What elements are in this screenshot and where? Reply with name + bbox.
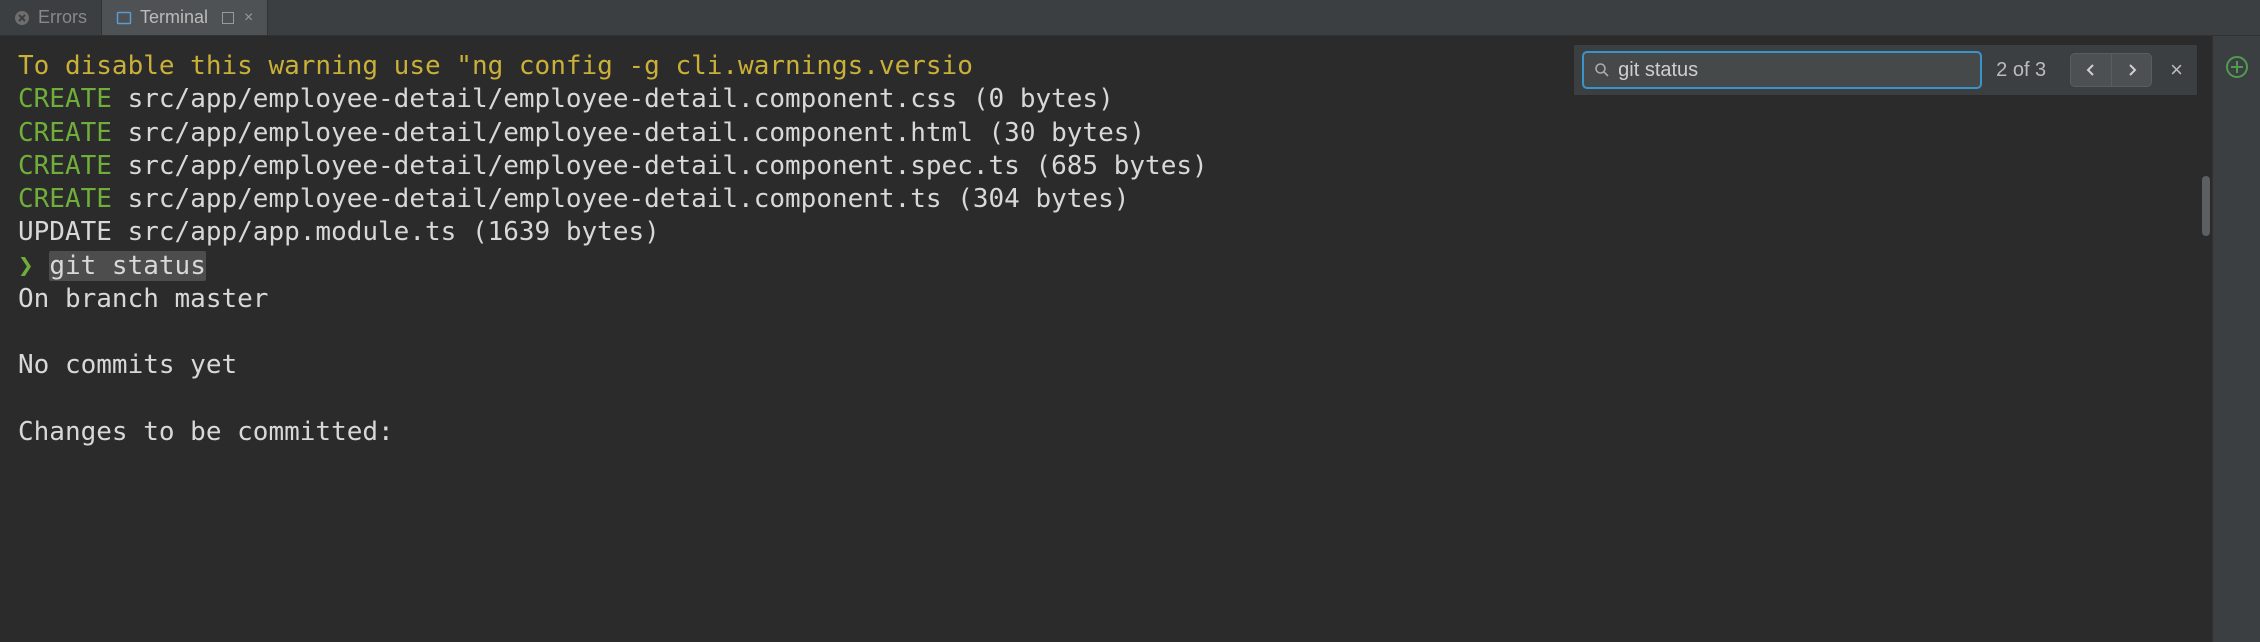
tab-errors[interactable]: Errors [0,0,102,35]
terminal-line: src/app/app.module.ts (1639 bytes) [112,217,660,247]
find-next-button[interactable] [2111,54,2151,86]
find-prev-button[interactable] [2071,54,2111,86]
create-prefix: CREATE [18,118,112,148]
chevron-right-icon [2126,64,2138,76]
terminal-icon [116,10,132,26]
find-close-button[interactable]: × [2166,57,2187,83]
tab-actions: × [222,10,253,26]
main-area: To disable this warning use "ng config -… [0,36,2260,642]
search-icon [1594,62,1610,78]
terminal-line: No commits yet [18,350,237,380]
error-icon [14,10,30,26]
tab-label: Errors [38,7,87,28]
prompt-command: git status [49,251,206,281]
prompt-symbol: ❯ [18,251,34,281]
create-prefix: CREATE [18,84,112,114]
detach-icon[interactable] [222,12,234,24]
terminal-line: Changes to be committed: [18,417,394,447]
find-field[interactable] [1582,51,1982,89]
tool-window-tabbar: Errors Terminal × [0,0,2260,36]
right-gutter [2212,36,2260,642]
terminal-line: src/app/employee-detail/employee-detail.… [112,84,1114,114]
terminal-line: src/app/employee-detail/employee-detail.… [112,184,1129,214]
tab-terminal[interactable]: Terminal × [102,0,268,35]
add-session-button[interactable] [2226,56,2248,78]
tab-label: Terminal [140,7,208,28]
find-bar: 2 of 3 × [1573,44,2198,96]
scrollbar-thumb[interactable] [2202,176,2210,236]
close-tab-icon[interactable]: × [244,10,253,26]
terminal-line: src/app/employee-detail/employee-detail.… [112,151,1208,181]
find-count: 2 of 3 [1996,59,2056,82]
find-input[interactable] [1618,59,1970,82]
terminal-warning-line: To disable this warning use "ng config -… [18,51,973,81]
terminal-panel[interactable]: To disable this warning use "ng config -… [0,36,2212,642]
create-prefix: CREATE [18,184,112,214]
update-prefix: UPDATE [18,217,112,247]
create-prefix: CREATE [18,151,112,181]
find-nav [2070,53,2152,87]
terminal-line: src/app/employee-detail/employee-detail.… [112,118,1145,148]
terminal-output: To disable this warning use "ng config -… [18,50,2208,449]
terminal-line: On branch master [18,284,268,314]
chevron-left-icon [2085,64,2097,76]
